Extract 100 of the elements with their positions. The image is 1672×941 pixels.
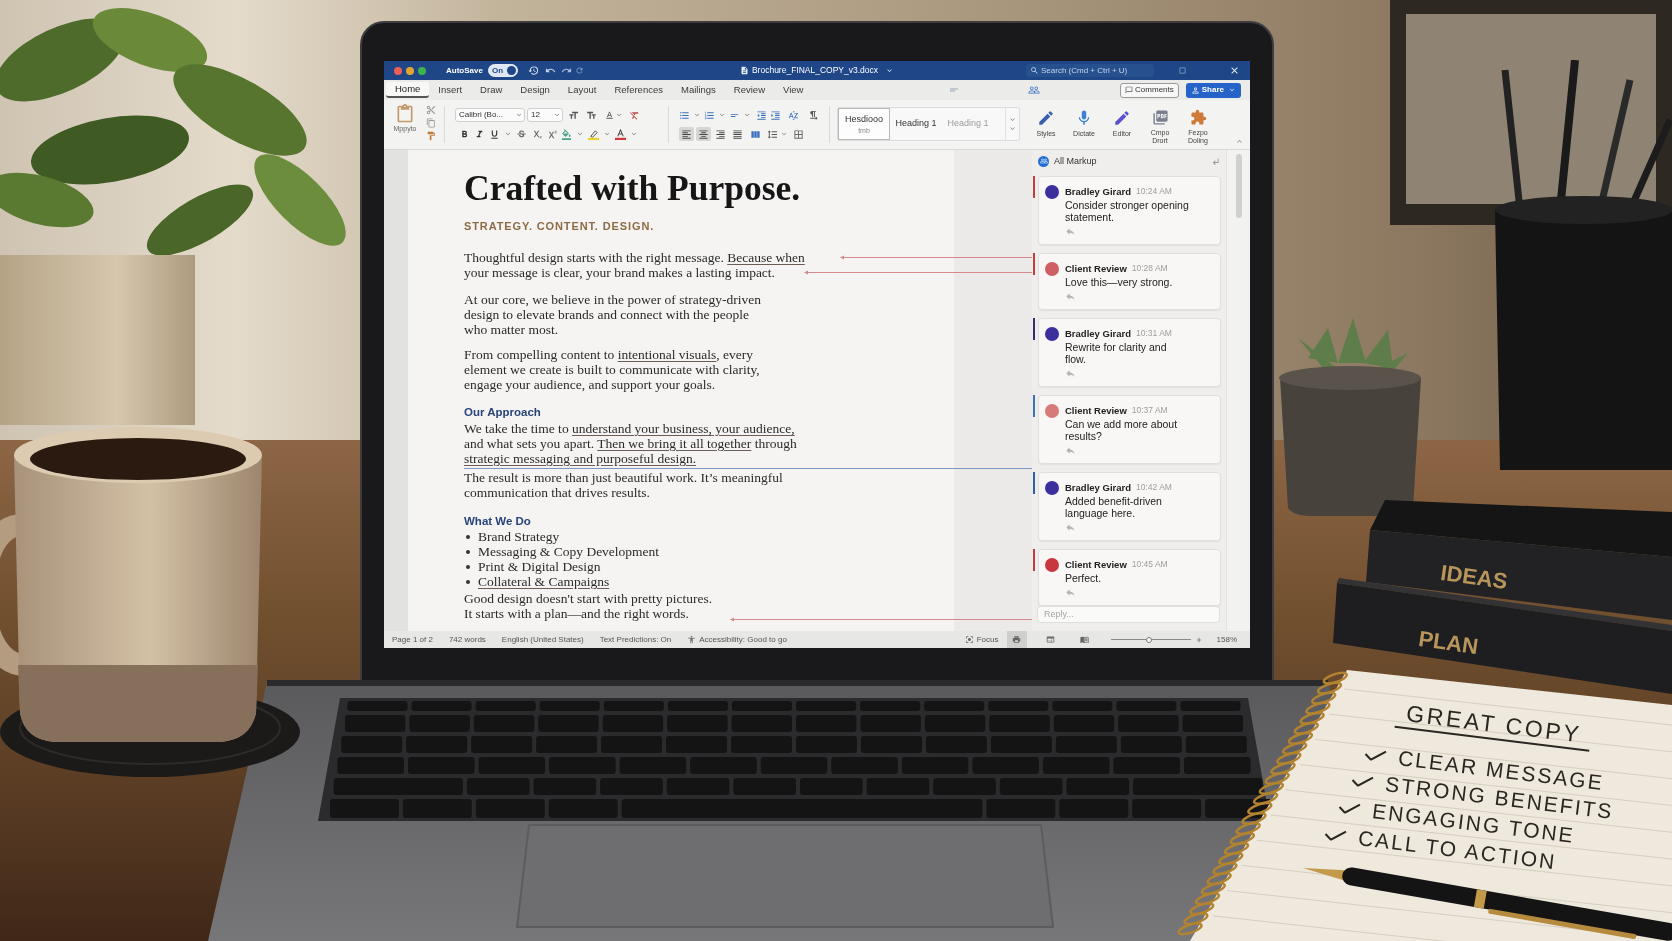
style-preset[interactable]: Heading 1 [890, 108, 942, 140]
font-size-field[interactable]: 12 [527, 108, 563, 122]
ribbon-tab[interactable]: View [774, 82, 813, 98]
decrease-indent-icon[interactable] [756, 109, 767, 121]
comments-button[interactable]: Comments [1120, 82, 1179, 98]
arrow-icon[interactable] [1211, 156, 1220, 166]
autosave-label: AutoSave [446, 64, 483, 77]
text-format-icon[interactable] [604, 109, 615, 121]
format-painter-icon[interactable] [426, 131, 436, 141]
comment-card[interactable]: Bradley Girard 10:24 AM Consider stronger opening statement. [1038, 175, 1221, 245]
chevron-down-icon[interactable] [780, 130, 788, 138]
chevron-down-icon[interactable] [743, 111, 751, 119]
pilcrow-icon[interactable] [808, 109, 819, 121]
comment-card[interactable]: Bradley Girard 10:31 AM Rewrite for clarity and flow. [1038, 317, 1221, 387]
zoom-percentage[interactable]: 158% [1216, 633, 1237, 646]
book-title: PLAN [1416, 624, 1481, 662]
document-name: Brochure_FINAL_COPY_v3.docx [751, 64, 879, 77]
increase-indent-icon[interactable] [770, 109, 781, 121]
list-item-text: Brand Strategy [478, 529, 560, 544]
accessibility-status[interactable]: Accessibility: Good to go [687, 633, 787, 646]
document-icon[interactable] [739, 66, 749, 75]
refresh-icon[interactable] [574, 66, 584, 75]
underline-icon[interactable] [489, 128, 500, 140]
clear-formatting-icon[interactable] [629, 109, 640, 121]
ribbon-tab[interactable]: Draw [471, 82, 512, 98]
text-fields-icon[interactable] [586, 109, 597, 121]
copy-icon[interactable] [426, 118, 436, 128]
zoom-slider-thumb[interactable] [1145, 636, 1152, 643]
chevron-down-icon[interactable] [515, 111, 523, 119]
chevron-down-icon[interactable] [885, 66, 895, 75]
minimize-window-icon[interactable] [406, 66, 414, 75]
ribbon-tab[interactable]: Layout [558, 82, 606, 98]
search-field[interactable]: Search (Cmd + Ctrl + U) [1026, 64, 1154, 77]
paint-bucket-icon[interactable] [561, 128, 572, 140]
ribbon-tab[interactable]: Insert [429, 82, 472, 98]
person-icon [1190, 85, 1200, 95]
italic-icon[interactable] [474, 128, 485, 140]
close-icon[interactable] [1229, 65, 1240, 76]
line-spacing-icon[interactable] [767, 128, 778, 140]
chevron-down-icon[interactable] [615, 111, 623, 119]
view-button[interactable] [1006, 631, 1027, 648]
highlight-icon[interactable] [588, 128, 599, 140]
comment-card[interactable]: Client Review 10:28 AM Love this—very strong. [1038, 252, 1221, 310]
justify-button[interactable] [730, 127, 745, 141]
markup-filter[interactable]: All Markup [1054, 154, 1097, 169]
borders-icon[interactable] [793, 128, 804, 140]
reply-icon[interactable] [1065, 586, 1076, 598]
ribbon-tab[interactable]: Home [386, 82, 430, 98]
paste-icon[interactable] [395, 104, 415, 124]
comment-card[interactable]: Client Review 10:45 AM Perfect. [1038, 548, 1221, 606]
chevron-down-icon[interactable] [718, 111, 726, 119]
font-name-field[interactable]: Calibri (Bo... [455, 108, 525, 122]
chevron-down-icon[interactable] [1228, 86, 1236, 94]
font-size-icon[interactable] [568, 109, 579, 121]
reply-icon[interactable] [1065, 225, 1076, 237]
people-icon[interactable] [1028, 84, 1041, 96]
cut-icon[interactable] [426, 105, 436, 115]
scrollbar-thumb[interactable] [1235, 154, 1242, 218]
reply-icon[interactable] [1065, 521, 1076, 533]
chevron-down-icon[interactable] [693, 111, 701, 119]
bullet-list-icon[interactable] [679, 109, 690, 121]
ribbon-tab[interactable]: Review [724, 82, 774, 98]
ribbon-tab[interactable]: Design [511, 82, 559, 98]
subscript-icon[interactable] [531, 128, 542, 140]
open-book-icon [1080, 635, 1090, 644]
chevron-down-icon[interactable] [504, 130, 512, 138]
comment-card[interactable]: Bradley Girard 10:42 AM Added benefit-driven language here. [1038, 471, 1221, 541]
ribbon-tab[interactable]: References [605, 82, 672, 98]
close-window-icon[interactable] [394, 66, 402, 75]
zoom-slider[interactable] [1110, 635, 1191, 644]
strikethrough-icon[interactable] [516, 128, 527, 140]
trackpad[interactable] [515, 823, 1055, 929]
numbered-list-icon[interactable] [704, 109, 715, 121]
align-left-button[interactable] [679, 127, 694, 141]
autosave-toggle[interactable]: On [487, 64, 518, 77]
font-color-icon[interactable] [615, 128, 626, 140]
focus-button[interactable]: Focus [964, 633, 999, 646]
sort-icon[interactable] [788, 109, 799, 121]
maximize-window-icon[interactable] [418, 66, 426, 75]
align-center-button[interactable] [696, 127, 711, 141]
chevron-down-icon[interactable] [576, 130, 584, 138]
superscript-icon[interactable] [546, 128, 557, 140]
align-right-button[interactable] [713, 127, 728, 141]
comment-time: 10:45 AM [1131, 558, 1168, 571]
columns-icon[interactable] [750, 128, 761, 140]
comment-card[interactable]: Client Review 10:37 AM Can we add more about results? [1038, 394, 1221, 464]
comment-text: Perfect. [1065, 571, 1102, 584]
share-button[interactable]: Share [1185, 82, 1241, 98]
search-icon [1030, 66, 1039, 75]
comment-text: Can we add more about results? [1065, 417, 1178, 442]
history-icon[interactable] [527, 65, 539, 76]
chevron-down-icon[interactable] [630, 130, 638, 138]
chevron-down-icon[interactable] [603, 130, 611, 138]
reply-icon[interactable] [1065, 290, 1076, 302]
toggle-knob-icon [506, 66, 516, 75]
chevron-down-icon[interactable] [553, 111, 561, 119]
reply-icon[interactable] [1065, 444, 1076, 456]
reply-icon[interactable] [1065, 367, 1076, 379]
bold-icon[interactable] [459, 128, 470, 140]
ribbon-tab[interactable]: Mailings [672, 82, 725, 98]
